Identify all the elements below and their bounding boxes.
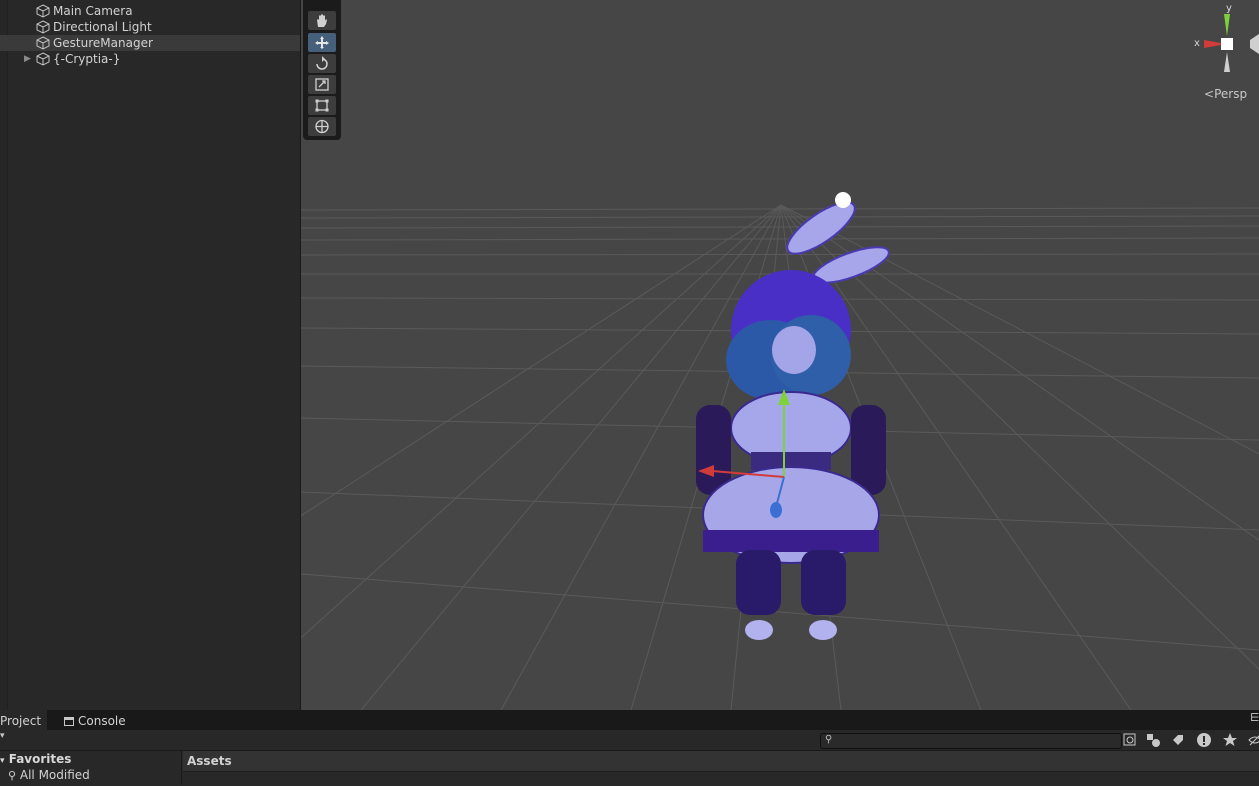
hidden-packages-icon[interactable] <box>1247 732 1259 748</box>
favorites-pane: ▾ Favorites ⚲ All Modified <box>0 751 182 785</box>
tab-project[interactable]: Project <box>0 710 48 730</box>
assets-breadcrumb: Assets <box>183 751 1259 772</box>
hierarchy-item-directional-light[interactable]: Directional Light <box>0 19 300 35</box>
search-icon: ⚲ <box>8 769 17 782</box>
create-dropdown-icon[interactable]: ▾ <box>0 731 5 741</box>
project-search-input[interactable]: ⚲ <box>820 733 1122 749</box>
lock-icon[interactable]: ⋿ <box>1250 711 1259 724</box>
rotate-tool-icon[interactable] <box>308 54 336 73</box>
tab-label: Console <box>78 714 126 728</box>
hierarchy-item-label: Directional Light <box>53 20 152 34</box>
favorites-header[interactable]: ▾ Favorites <box>0 752 71 766</box>
scale-tool-icon[interactable] <box>308 75 336 94</box>
collapse-arrow-icon[interactable]: ▾ <box>0 756 5 766</box>
hierarchy-panel: Main Camera Directional Light GestureMan… <box>0 0 301 710</box>
hierarchy-item-label: Main Camera <box>53 4 133 18</box>
scene-view[interactable] <box>301 0 1259 710</box>
assets-header[interactable]: Assets <box>187 754 232 768</box>
cube-icon <box>36 20 50 34</box>
favorites-label: Favorites <box>8 752 72 766</box>
cube-icon <box>36 36 50 50</box>
cube-icon <box>36 4 50 18</box>
gizmo-y-cone[interactable] <box>1224 14 1230 36</box>
rect-tool-icon[interactable] <box>308 96 336 115</box>
x-axis-handle[interactable] <box>711 470 785 478</box>
console-icon <box>64 717 74 726</box>
expand-arrow-icon[interactable]: ▶ <box>24 51 31 67</box>
transform-tool-icon[interactable] <box>308 117 336 136</box>
projection-label: Persp <box>1214 87 1248 101</box>
hierarchy-item-gesturemanager[interactable]: GestureManager <box>0 35 300 51</box>
tool-palette <box>303 0 341 140</box>
bottom-tab-bar: Project Console ⋿ <box>0 710 1259 730</box>
favorite-item-label: All Modified <box>19 768 90 782</box>
log-filter-icon[interactable] <box>1196 732 1212 748</box>
move-gizmo[interactable] <box>696 385 806 520</box>
cube-icon <box>36 52 50 66</box>
search-by-type-icon[interactable] <box>1122 732 1138 748</box>
hierarchy-item-cryptia[interactable]: ▶ {-Cryptia-} <box>0 51 300 67</box>
gizmo-x-label: x <box>1194 38 1200 49</box>
orientation-gizmo[interactable]: y x <box>1190 0 1259 80</box>
favorite-item-all-modified[interactable]: ⚲ All Modified <box>8 768 90 782</box>
hierarchy-item-label: {-Cryptia-} <box>53 52 121 66</box>
move-tool-icon[interactable] <box>308 33 336 52</box>
search-icon: ⚲ <box>825 734 833 745</box>
star-icon[interactable] <box>1222 732 1238 748</box>
projection-toggle[interactable]: <Persp <box>1204 87 1247 101</box>
filter-by-label-icon[interactable] <box>1170 732 1186 748</box>
hand-tool-icon[interactable] <box>308 11 336 30</box>
gizmo-neg-y-cone[interactable] <box>1224 52 1230 72</box>
gizmo-neg-x-cone[interactable] <box>1250 34 1259 54</box>
filter-by-type-icon[interactable] <box>1145 732 1161 748</box>
gizmo-center-cube[interactable] <box>1221 38 1233 50</box>
hierarchy-item-label: GestureManager <box>53 36 153 50</box>
tab-console[interactable]: Console <box>64 710 126 730</box>
gizmo-y-label: y <box>1226 3 1232 14</box>
hierarchy-gutter <box>0 0 8 710</box>
tab-label: Project <box>0 714 42 728</box>
hierarchy-item-main-camera[interactable]: Main Camera <box>0 3 300 19</box>
perspective-icon: < <box>1204 87 1215 101</box>
